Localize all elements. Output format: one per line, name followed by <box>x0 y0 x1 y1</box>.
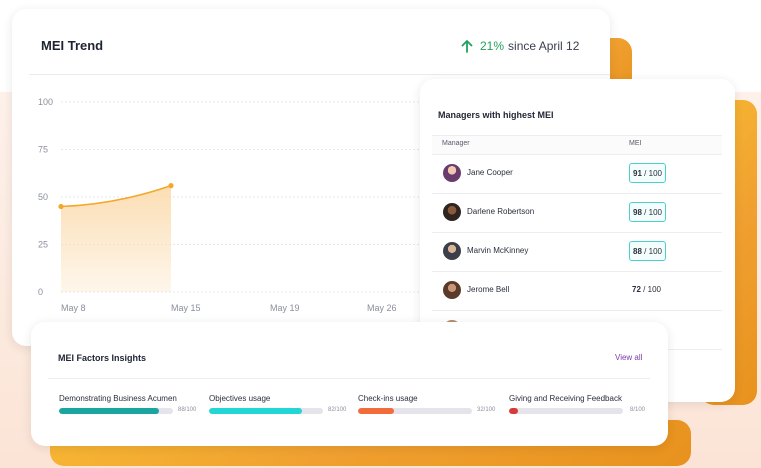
x-tick-label: May 15 <box>171 303 201 313</box>
manager-row[interactable]: Darlene Robertson 98 / 100 <box>432 193 722 233</box>
factor-label: Giving and Receiving Feedback <box>509 394 622 403</box>
factor-item: Check-ins usage 32/100 <box>358 394 495 414</box>
factor-value: 88/100 <box>178 407 197 413</box>
managers-table-header: Manager MEI <box>432 135 722 155</box>
factor-progress-fill <box>509 408 519 414</box>
column-header-manager: Manager <box>442 140 470 147</box>
avatar <box>443 203 461 221</box>
factor-progress-bar <box>209 408 323 414</box>
y-tick-label: 25 <box>38 240 48 250</box>
data-point <box>168 183 174 189</box>
factors-title: MEI Factors Insights <box>58 353 147 363</box>
column-header-mei: MEI <box>629 140 642 147</box>
factor-item: Demonstrating Business Acumen 88/100 <box>59 394 196 414</box>
x-tick-label: May 26 <box>367 303 397 313</box>
series-area <box>61 185 171 292</box>
factor-item: Giving and Receiving Feedback 8/100 <box>509 394 645 414</box>
manager-score: 98 / 100 <box>629 202 666 222</box>
factor-label: Check-ins usage <box>358 394 418 403</box>
manager-row[interactable]: Marvin McKinney 88 / 100 <box>432 232 722 272</box>
avatar <box>443 281 461 299</box>
avatar <box>443 242 461 260</box>
factor-value: 82/100 <box>328 407 347 413</box>
manager-name: Jane Cooper <box>467 168 513 177</box>
manager-name: Jerome Bell <box>467 285 510 294</box>
factors-divider <box>48 378 650 379</box>
factor-progress-bar <box>509 408 623 414</box>
manager-row[interactable]: Jerome Bell 72 / 100 <box>432 271 722 311</box>
y-tick-label: 100 <box>38 97 53 107</box>
view-all-link[interactable]: View all <box>615 353 642 362</box>
manager-name: Darlene Robertson <box>467 207 535 216</box>
factors-card: MEI Factors Insights View all Demonstrat… <box>31 322 668 446</box>
factor-item: Objectives usage 82/100 <box>209 394 346 414</box>
manager-score: 91 / 100 <box>629 163 666 183</box>
factor-value: 8/100 <box>630 407 646 413</box>
factor-progress-fill <box>59 408 160 414</box>
manager-score: 72 / 100 <box>632 284 661 294</box>
factor-progress-fill <box>358 408 395 414</box>
factor-label: Demonstrating Business Acumen <box>59 394 177 403</box>
y-tick-label: 75 <box>38 145 48 155</box>
data-point <box>58 203 64 210</box>
managers-title: Managers with highest MEI <box>438 110 554 120</box>
manager-row[interactable]: Jane Cooper 91 / 100 <box>432 154 722 194</box>
manager-score: 88 / 100 <box>629 241 666 261</box>
x-tick-label: May 19 <box>270 303 300 313</box>
factor-label: Objectives usage <box>209 394 271 403</box>
avatar <box>443 164 461 182</box>
factor-progress-fill <box>209 408 303 414</box>
factor-value: 32/100 <box>477 407 496 413</box>
y-tick-label: 50 <box>38 192 48 202</box>
manager-name: Marvin McKinney <box>467 246 529 255</box>
y-tick-label: 0 <box>38 287 43 297</box>
factor-progress-bar <box>59 408 173 414</box>
factor-progress-bar <box>358 408 472 414</box>
x-tick-label: May 8 <box>61 303 86 313</box>
